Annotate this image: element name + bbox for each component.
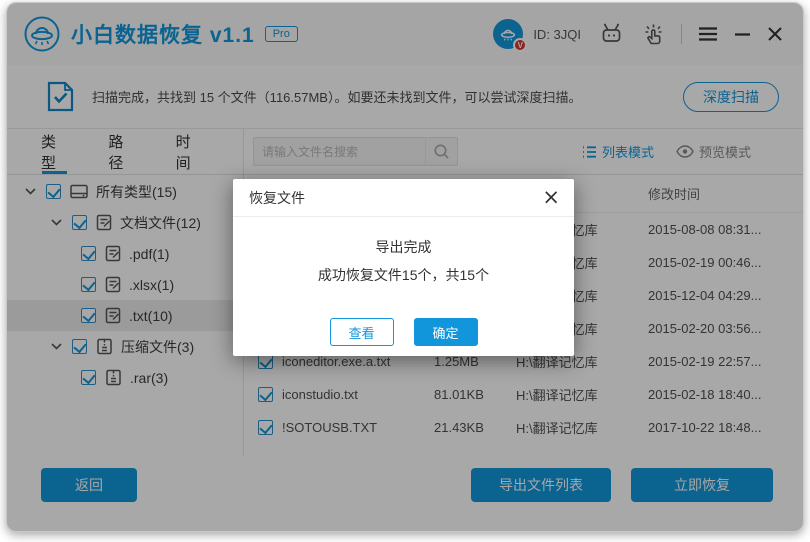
recover-files-dialog: 恢复文件 × 导出完成 成功恢复文件15个，共15个 查看 确定 <box>233 179 574 356</box>
export-complete-text: 导出完成 <box>375 239 432 255</box>
dialog-title: 恢复文件 <box>249 189 305 206</box>
ok-button[interactable]: 确定 <box>413 318 478 346</box>
recover-result-text: 成功恢复文件15个，共15个 <box>317 267 490 283</box>
dialog-close-icon[interactable]: × <box>542 187 560 208</box>
view-button[interactable]: 查看 <box>329 318 394 346</box>
dialog-title-bar: 恢复文件 × <box>233 179 574 217</box>
app-window: 小白数据恢复 v1.1 Pro V ID: 3JQI 扫描完成，共找到 15 个… <box>6 2 804 532</box>
